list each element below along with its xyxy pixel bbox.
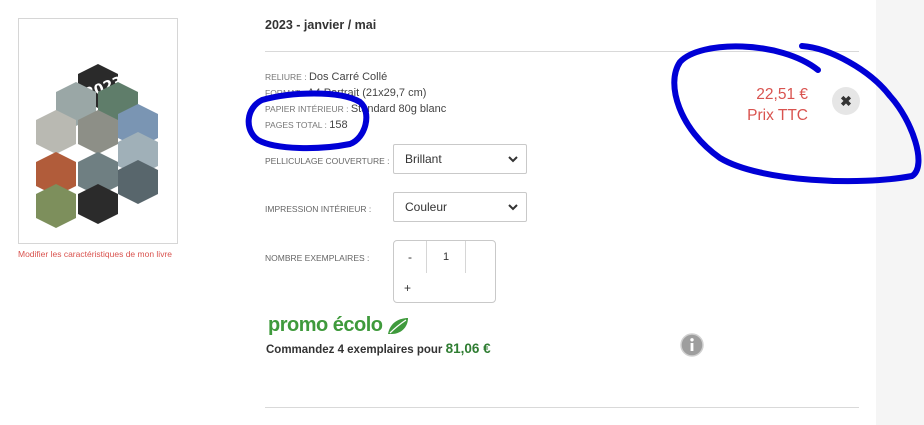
spec-binding: RELIURE : Dos Carré Collé [265,71,388,83]
info-icon[interactable] [680,333,704,357]
leaf-icon [387,317,408,334]
spec-key: PAGES TOTAL [265,120,323,130]
promo-offer-text: Commandez 4 exemplaires pour [266,344,443,356]
spec-pages: PAGES TOTAL : 158 [265,119,348,131]
close-icon: ✖ [840,93,852,109]
chevron-down-icon [508,204,518,211]
promo-offer: Commandez 4 exemplaires pour 81,06 € [266,341,491,356]
spec-value: 158 [329,119,348,131]
remove-item-button[interactable]: ✖ [832,87,860,115]
chevron-down-icon [508,156,518,163]
spec-list: RELIURE : Dos Carré Collé FORMAT : A4 Po… [265,68,446,132]
divider-top [265,51,859,52]
quantity-decrement-button[interactable]: - [394,241,426,273]
cover-finish-label: PELLICULAGE COUVERTURE : [265,156,390,166]
interior-print-value: Couleur [405,200,448,214]
promo-offer-price: 81,06 € [445,341,491,356]
modify-book-link[interactable]: Modifier les caractéristiques de mon liv… [18,249,172,259]
quantity-label: NOMBRE EXEMPLAIRES : [265,253,370,263]
promo-brand: promo [268,314,328,336]
divider-bottom [265,407,859,408]
interior-print-select[interactable]: Couleur [393,192,527,222]
promo-ecolo-logo: promo écolo [268,314,410,337]
spec-paper: PAPIER INTÉRIEUR : Standard 80g blanc [265,103,447,115]
spec-key: PAPIER INTÉRIEUR [265,104,344,114]
right-gutter [876,0,924,425]
quantity-increment-button[interactable]: + [404,281,411,295]
cover-finish-select[interactable]: Brillant [393,144,527,174]
spec-key: RELIURE [265,72,302,82]
price-block: 22,51 € Prix TTC [720,84,808,126]
spec-value: A4 Portrait (21x29,7 cm) [307,87,427,99]
spec-value: Dos Carré Collé [308,71,388,83]
product-title: 2023 - janvier / mai [265,18,377,32]
quantity-input[interactable]: 1 [426,241,466,273]
spec-key: FORMAT [265,88,301,98]
spec-value: Standard 80g blanc [350,103,447,115]
cover-finish-value: Brillant [405,152,442,166]
quantity-stepper[interactable]: - 1 + [393,240,496,303]
promo-brand-2: écolo [332,314,383,336]
price-amount: 22,51 € [756,86,808,103]
price-note: Prix TTC [747,107,808,124]
interior-print-label: IMPRESSION INTÉRIEUR : [265,204,372,214]
spec-format: FORMAT : A4 Portrait (21x29,7 cm) [265,87,427,99]
cover-collage-image: 2023 [36,64,158,228]
